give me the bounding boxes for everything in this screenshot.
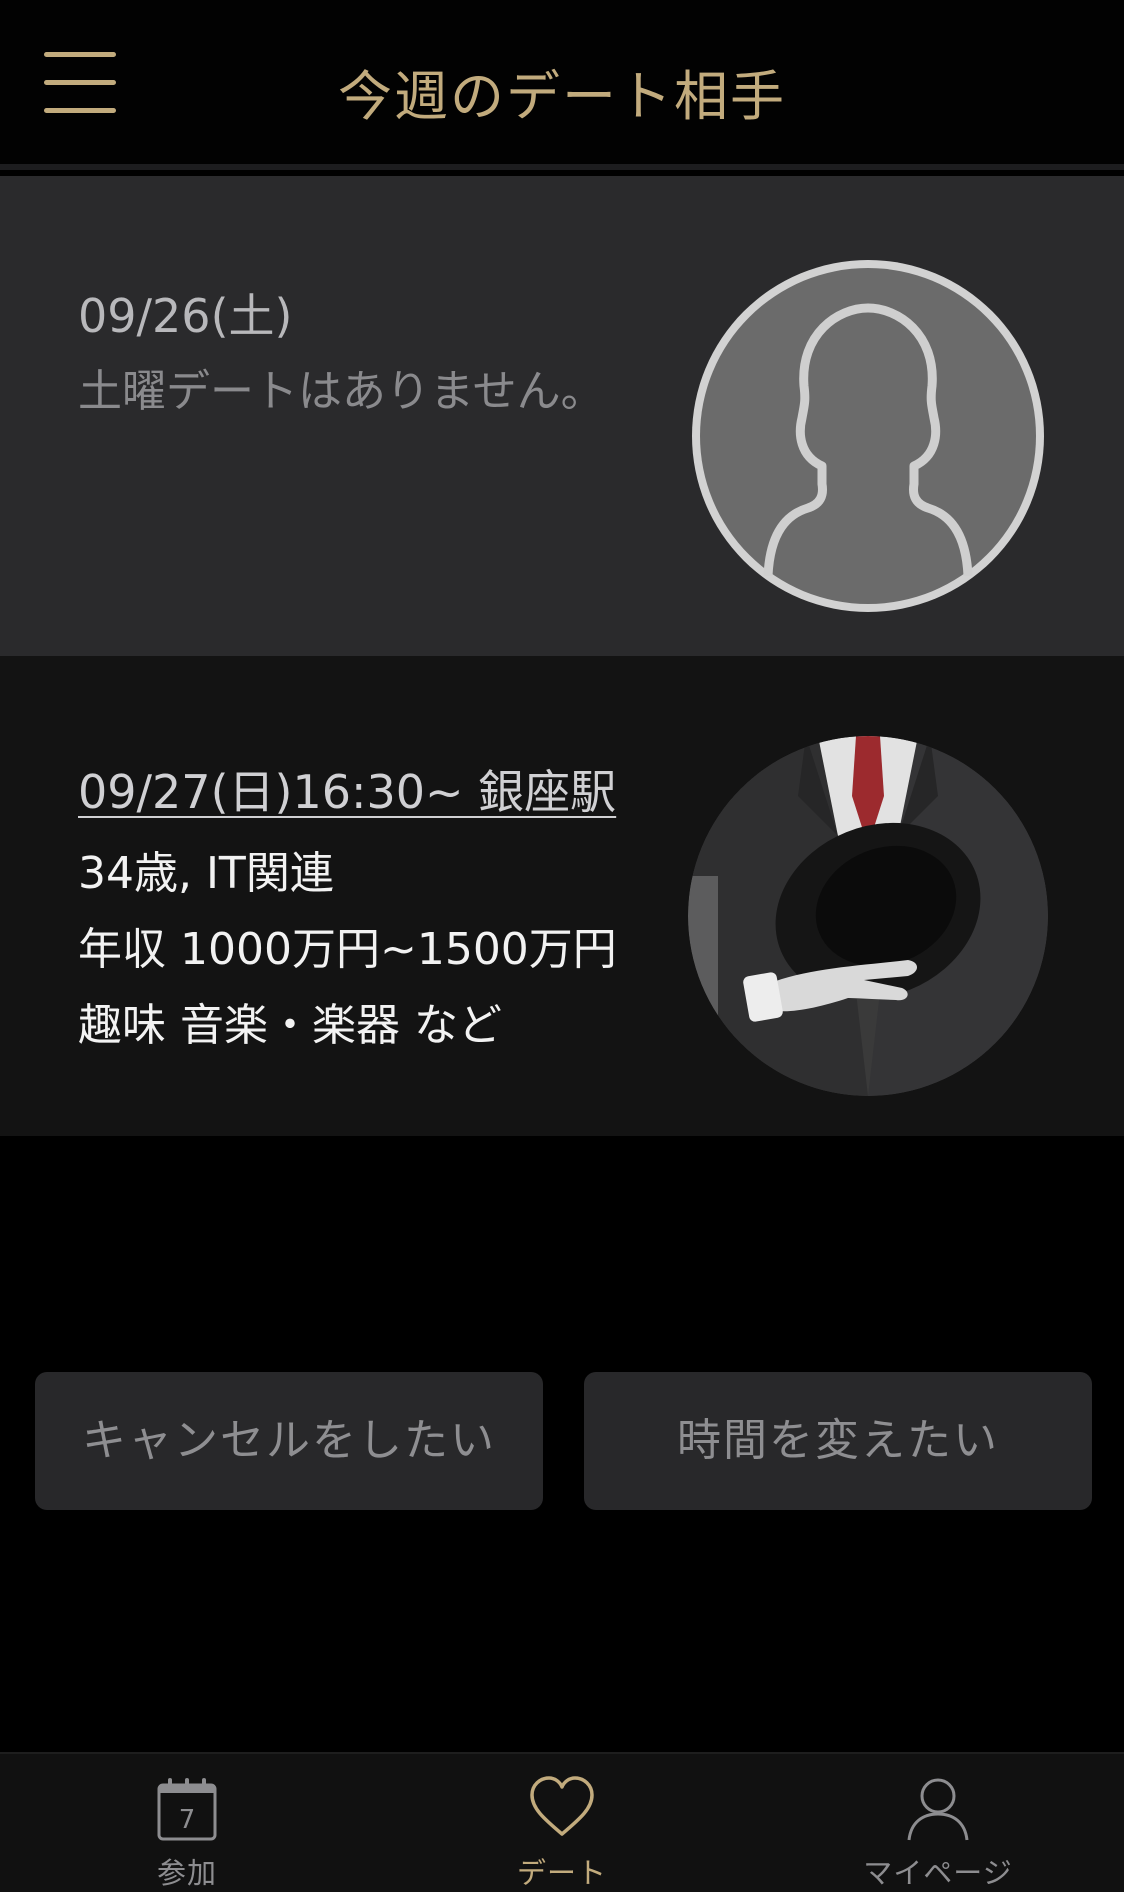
partner-hobby: 趣味 音楽・楽器 など [78,1000,502,1051]
date-card-saturday: 09/26(土) 土曜デートはありません。 [0,176,1124,656]
app-screen: 今週のデート相手 09/26(土) 土曜デートはありません。 09/27(日)1… [0,0,1124,1892]
header: 今週のデート相手 [0,0,1124,170]
person-icon [905,1776,971,1846]
calendar-icon: 7 [156,1776,218,1846]
date-label: 09/26(土) [78,289,293,343]
partner-avatar-photo[interactable] [688,736,1048,1096]
calendar-day-number: 7 [179,1805,196,1835]
change-time-button[interactable]: 時間を変えたい [584,1372,1092,1510]
date-card-text: 09/27(日)16:30~ 銀座駅 34歳, IT関連 年収 1000万円~1… [78,756,617,1064]
no-date-note: 土曜デートはありません。 [78,366,605,417]
date-detail-link[interactable]: 09/27(日)16:30~ 銀座駅 [78,756,616,822]
tab-join-label: 参加 [156,1856,217,1890]
tab-date-label: デート [516,1856,607,1890]
cancel-date-button[interactable]: キャンセルをしたい [35,1372,543,1510]
partner-income: 年収 1000万円~1500万円 [78,924,617,975]
placeholder-person-icon [688,256,1048,616]
tab-join[interactable]: 7 参加 [57,1754,317,1892]
page-title: 今週のデート相手 [338,65,786,128]
tab-mypage-label: マイページ [863,1856,1013,1890]
heart-icon [529,1776,595,1842]
date-card-text: 09/26(土) 土曜デートはありません。 [78,284,605,424]
tab-date[interactable]: デート [432,1754,692,1892]
partner-age-industry: 34歳, IT関連 [78,848,334,899]
tab-mypage[interactable]: マイページ [808,1754,1068,1892]
date-card-sunday: 09/27(日)16:30~ 銀座駅 34歳, IT関連 年収 1000万円~1… [0,656,1124,1136]
bottom-tab-bar: 7 参加 デート マイページ [0,1752,1124,1892]
